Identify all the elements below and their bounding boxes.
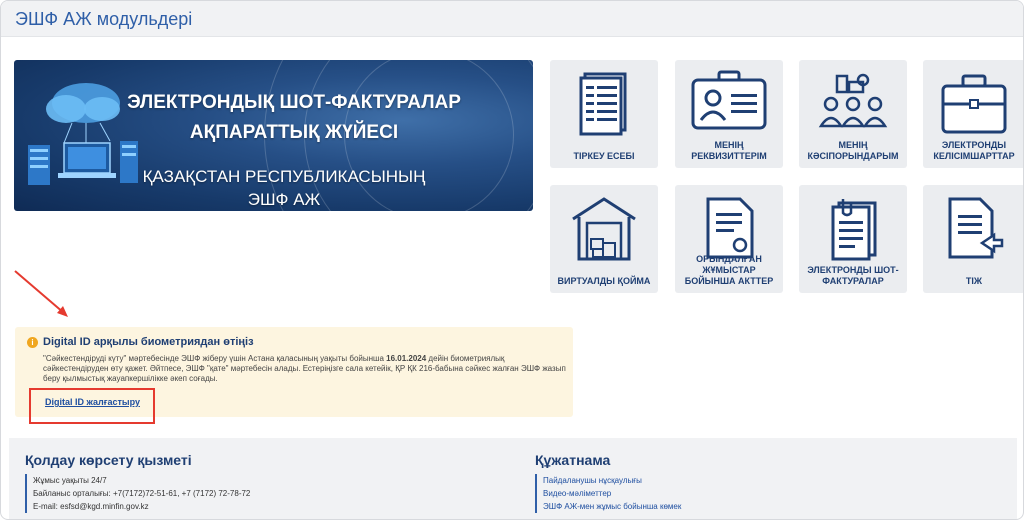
notice-text-part1: "Сәйкестендіруді күту" мәртебесінде ЭШФ …	[43, 354, 387, 363]
docs-title: Құжатнама	[535, 452, 611, 468]
support-section: Қолдау көрсету қызметі Жұмыс уақыты 24/7…	[25, 452, 250, 513]
notice-title: Digital ID арқылы биометриядан өтіңіз	[43, 336, 254, 348]
notice-date: 16.01.2024	[386, 354, 427, 363]
docs-section: Құжатнама Пайдаланушы нұсқаулығы Видео-м…	[535, 452, 681, 513]
notice-body: "Сәйкестендіруді күту" мәртебесінде ЭШФ …	[43, 354, 568, 384]
support-phones: Байланыс орталығы: +7(7172)72-51-61, +7 …	[33, 489, 251, 498]
support-hours: Жұмыс уақыты 24/7	[33, 476, 107, 485]
info-icon: i	[27, 337, 38, 348]
docs-videos-link[interactable]: Видео-мәліметтер	[543, 487, 681, 500]
docs-list: Пайдаланушы нұсқаулығы Видео-мәліметтер …	[535, 474, 681, 513]
docs-user-guide-link[interactable]: Пайдаланушы нұсқаулығы	[543, 474, 681, 487]
docs-help-link[interactable]: ЭШФ АЖ-мен жұмыс бойынша көмек	[543, 500, 681, 513]
support-email: E-mail: esfsd@kgd.minfin.gov.kz	[33, 502, 149, 511]
footer: Қолдау көрсету қызметі Жұмыс уақыты 24/7…	[9, 438, 1017, 519]
support-title: Қолдау көрсету қызметі	[25, 452, 192, 468]
app-window: ЭШФ АЖ модульдері ЭЛЕКТРОНДЫҚ ШОТ-ФАКТУР…	[0, 0, 1024, 520]
support-list: Жұмыс уақыты 24/7 Байланыс орталығы: +7(…	[25, 474, 250, 513]
annotation-highlight-box	[29, 388, 155, 424]
